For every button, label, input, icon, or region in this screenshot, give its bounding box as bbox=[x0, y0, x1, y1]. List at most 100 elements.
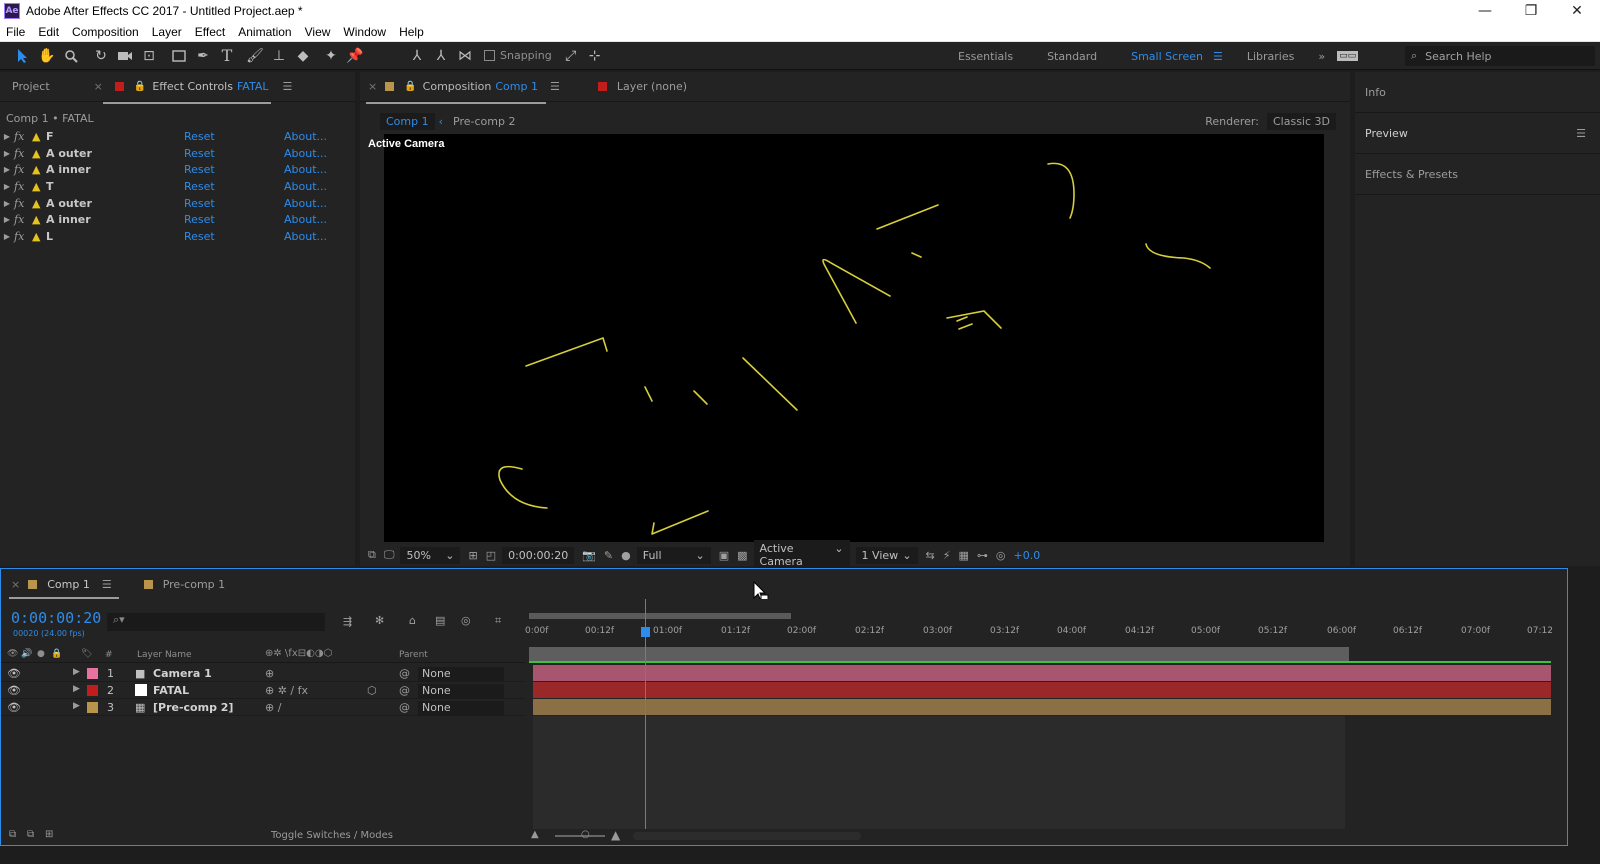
effects-presets-panel-header[interactable]: Effects & Presets bbox=[1355, 154, 1600, 195]
expand-arrow-icon[interactable]: ▶ bbox=[0, 215, 14, 224]
snapping-toggle[interactable]: Snapping bbox=[484, 49, 552, 62]
menu-help[interactable]: Help bbox=[399, 25, 424, 39]
more-workspaces-icon[interactable]: » bbox=[1318, 50, 1325, 63]
reset-exposure-icon[interactable]: ◎ bbox=[996, 549, 1006, 562]
effect-row[interactable]: ▶ fx ▲ F Reset About... bbox=[0, 128, 355, 145]
timeline-scrollbar[interactable] bbox=[633, 832, 861, 840]
effect-reset-link[interactable]: Reset bbox=[184, 180, 284, 193]
zoom-in-icon[interactable]: ▲ bbox=[611, 828, 620, 842]
expand-arrow-icon[interactable]: ▶ bbox=[73, 684, 80, 694]
expand-arrow-icon[interactable]: ▶ bbox=[0, 182, 14, 191]
expand-arrow-icon[interactable]: ▶ bbox=[0, 199, 14, 208]
parent-dropdown[interactable]: None bbox=[418, 701, 504, 715]
timeline-search-input[interactable]: ⌕▾ bbox=[107, 613, 325, 631]
pick-whip-icon[interactable]: @ bbox=[399, 684, 410, 697]
tab-composition[interactable]: Composition bbox=[423, 80, 492, 93]
brush-tool-icon[interactable]: 🖌 bbox=[244, 45, 266, 67]
effect-reset-link[interactable]: Reset bbox=[184, 213, 284, 226]
layer-name[interactable]: Camera 1 bbox=[153, 667, 212, 680]
expand-arrow-icon[interactable]: ▶ bbox=[0, 149, 14, 158]
effect-reset-link[interactable]: Reset bbox=[184, 130, 284, 143]
rotation-tool-icon[interactable]: ↻ bbox=[90, 45, 112, 67]
audio-icon[interactable]: 🔊 bbox=[21, 649, 32, 659]
layer-switches-pane-icon[interactable]: ⧉ bbox=[9, 829, 16, 840]
draft-3d-icon[interactable]: ✻ bbox=[375, 614, 384, 627]
pen-tool-icon[interactable]: ✒ bbox=[192, 45, 214, 67]
parent-dropdown[interactable]: None bbox=[418, 667, 504, 681]
work-area-bar[interactable] bbox=[529, 647, 1349, 661]
effect-row[interactable]: ▶ fx ▲ T Reset About... bbox=[0, 178, 355, 195]
composition-viewer[interactable]: Active Camera bbox=[368, 134, 1324, 542]
effect-row[interactable]: ▶ fx ▲ A outer Reset About... bbox=[0, 145, 355, 162]
always-preview-icon[interactable]: ⧉ bbox=[368, 548, 376, 562]
timeline-current-time[interactable]: 0:00:00:20 bbox=[11, 609, 101, 627]
close-tab-icon[interactable]: × bbox=[94, 80, 103, 93]
column-parent[interactable]: Parent bbox=[399, 650, 428, 660]
label-icon[interactable]: 🏷 bbox=[81, 649, 92, 659]
parent-dropdown[interactable]: None bbox=[418, 684, 504, 698]
pan-behind-tool-icon[interactable]: ⊡ bbox=[138, 45, 160, 67]
zoom-slider[interactable] bbox=[555, 835, 605, 837]
toggle-pixel-aspect-icon[interactable]: ⇆ bbox=[926, 549, 935, 562]
hand-tool-icon[interactable]: ✋ bbox=[36, 45, 58, 67]
menu-effect[interactable]: Effect bbox=[195, 25, 225, 39]
timeline-icon[interactable]: ▦ bbox=[959, 549, 969, 562]
lock-icon[interactable]: 🔒 bbox=[51, 649, 62, 659]
pick-whip-icon[interactable]: @ bbox=[399, 667, 410, 680]
menu-animation[interactable]: Animation bbox=[238, 25, 291, 39]
layer-label-swatch[interactable] bbox=[87, 668, 98, 679]
effect-about-link[interactable]: About... bbox=[284, 213, 327, 226]
modes-pane-icon[interactable]: ⧉ bbox=[27, 829, 34, 840]
expand-arrow-icon[interactable]: ▶ bbox=[0, 165, 14, 174]
menu-window[interactable]: Window bbox=[343, 25, 386, 39]
mask-visibility-icon[interactable]: ◰ bbox=[486, 549, 496, 562]
tab-timeline-comp1[interactable]: Comp 1 bbox=[47, 578, 90, 591]
panel-menu-icon[interactable]: ☰ bbox=[282, 80, 292, 93]
effect-about-link[interactable]: About... bbox=[284, 197, 327, 210]
snap-features-icon[interactable]: ⊹ bbox=[584, 45, 606, 67]
info-panel-header[interactable]: Info bbox=[1355, 72, 1600, 113]
clone-stamp-tool-icon[interactable]: ⊥ bbox=[268, 45, 290, 67]
close-tab-icon[interactable]: × bbox=[11, 578, 20, 591]
menu-layer[interactable]: Layer bbox=[152, 25, 182, 39]
eye-icon[interactable]: 👁 bbox=[7, 684, 21, 697]
zoom-dropdown[interactable]: 50% ⌄ bbox=[400, 546, 461, 564]
graph-editor-icon[interactable]: ⌗ bbox=[495, 614, 501, 628]
time-ruler[interactable]: 0:00f 00:12f 01:00f 01:12f 02:00f 02:12f… bbox=[525, 614, 1567, 644]
snapping-checkbox[interactable] bbox=[484, 50, 495, 61]
monitor-icon[interactable]: 🖵 bbox=[384, 548, 395, 562]
roto-brush-tool-icon[interactable]: ✦ bbox=[320, 45, 342, 67]
effect-row[interactable]: ▶ fx ▲ A inner Reset About... bbox=[0, 211, 355, 228]
effect-reset-link[interactable]: Reset bbox=[184, 197, 284, 210]
workspace-panel-icon[interactable]: ▭▭ bbox=[1337, 51, 1359, 61]
expand-arrow-icon[interactable]: ▶ bbox=[73, 701, 80, 711]
solo-icon[interactable]: ● bbox=[37, 649, 45, 659]
camera-dropdown[interactable]: Active Camera ⌄ bbox=[753, 540, 850, 570]
toggle-switches-modes[interactable]: Toggle Switches / Modes bbox=[271, 830, 393, 841]
eye-icon[interactable]: 👁 bbox=[7, 649, 18, 659]
expand-arrow-icon[interactable]: ▶ bbox=[0, 232, 14, 241]
effect-about-link[interactable]: About... bbox=[284, 163, 327, 176]
snap-edges-icon[interactable]: ⤢ bbox=[560, 45, 582, 67]
zoom-tool-icon[interactable] bbox=[60, 45, 82, 67]
expand-arrow-icon[interactable]: ▶ bbox=[73, 667, 80, 677]
view-axis-icon[interactable]: ⋈ bbox=[454, 45, 476, 67]
safe-zones-icon[interactable]: ⊞ bbox=[468, 549, 477, 562]
camera-tool-icon[interactable] bbox=[114, 45, 136, 67]
motion-blur-icon[interactable]: ◎ bbox=[461, 614, 471, 627]
fx-icon[interactable]: fx bbox=[14, 230, 32, 243]
effect-about-link[interactable]: About... bbox=[284, 147, 327, 160]
region-of-interest-icon[interactable]: ▣ bbox=[719, 549, 729, 562]
subtab-precomp2[interactable]: Pre-comp 2 bbox=[453, 115, 515, 128]
effect-about-link[interactable]: About... bbox=[284, 230, 327, 243]
3d-layer-icon[interactable]: ⬡ bbox=[367, 684, 377, 697]
show-snapshot-icon[interactable]: ✎ bbox=[604, 549, 613, 562]
selection-tool-icon[interactable] bbox=[12, 45, 34, 67]
type-tool-icon[interactable]: T bbox=[216, 45, 238, 67]
local-axis-icon[interactable]: ⅄ bbox=[406, 45, 428, 67]
menu-file[interactable]: File bbox=[6, 25, 25, 39]
menu-edit[interactable]: Edit bbox=[38, 25, 59, 39]
panel-menu-icon[interactable]: ☰ bbox=[550, 80, 560, 93]
workspace-libraries[interactable]: Libraries bbox=[1247, 50, 1295, 63]
layer-row-precomp2[interactable]: 👁 ▶ 3 ▦ [Pre-comp 2] ⊕ ∕ @ None bbox=[1, 699, 525, 716]
